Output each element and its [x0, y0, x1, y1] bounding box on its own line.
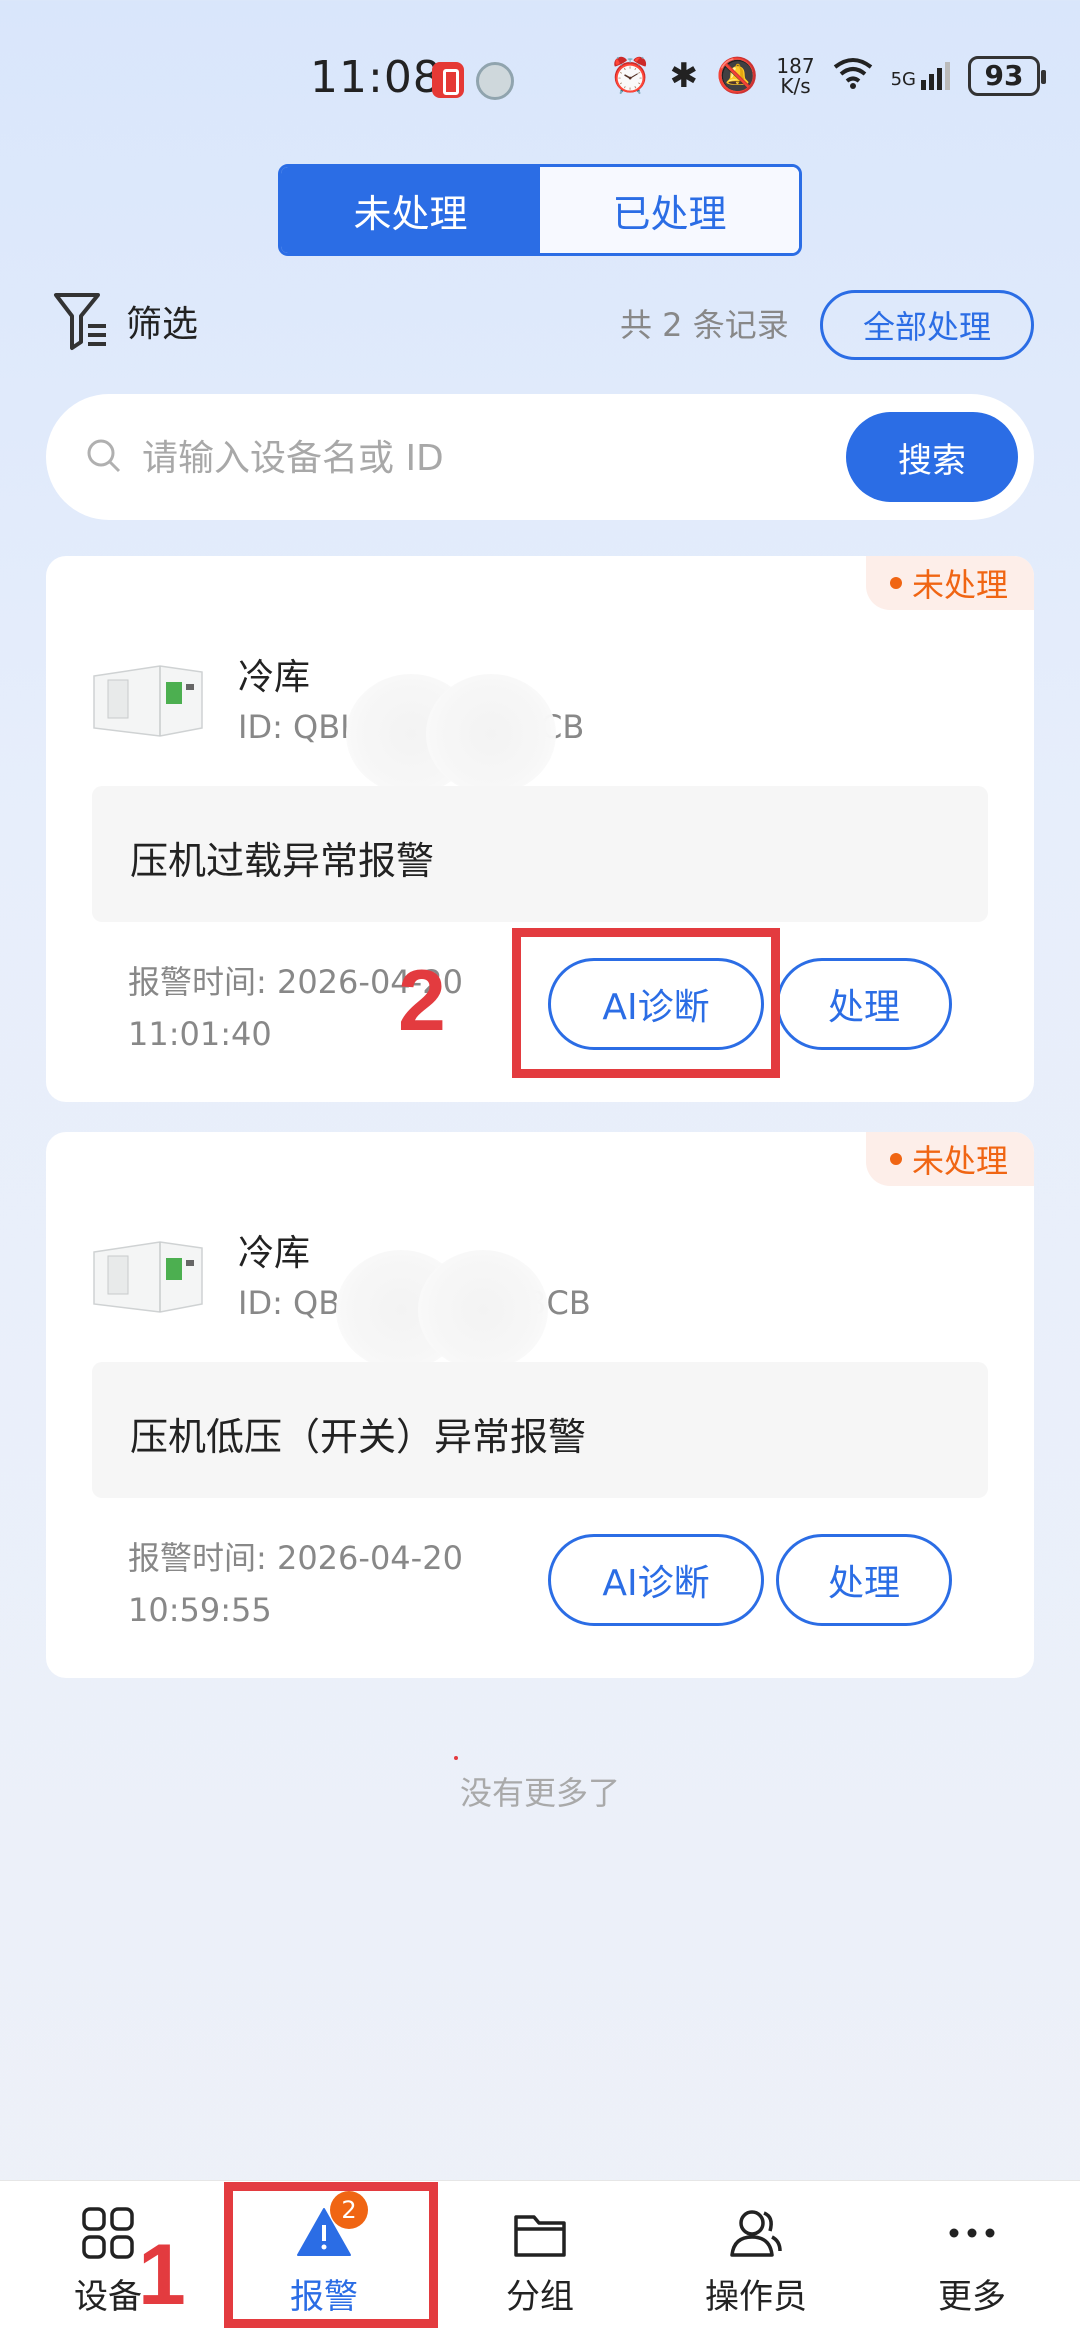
app-notification-icon: [476, 62, 514, 100]
search-icon: [87, 439, 121, 473]
handle-button[interactable]: 处理: [776, 1534, 952, 1626]
record-count: 共 2 条记录: [620, 306, 789, 344]
status-tabs: 未处理 已处理: [278, 164, 802, 256]
search-button[interactable]: 搜索: [846, 412, 1018, 502]
ai-diagnosis-button[interactable]: AI诊断: [548, 1534, 764, 1626]
mute-icon: 🔕: [716, 56, 759, 96]
alarm-message-box: 压机低压（开关）异常报警: [92, 1362, 988, 1498]
filter-button[interactable]: 筛选: [52, 290, 198, 352]
alarm-card: 未处理 冷库 ID: QB 3CB 压机低压（开关）异常报警 报警时间: 2026…: [46, 1132, 1034, 1678]
cold-storage-image: [93, 1241, 203, 1313]
no-more-text: 没有更多了: [459, 1774, 620, 1812]
device-name: 冷库: [238, 657, 311, 698]
redaction-blur: [418, 1250, 548, 1370]
cell-signal-icon: 5G: [891, 62, 950, 90]
alarm-title: 压机过载异常报警: [130, 839, 435, 883]
status-bar: 11:08 ⏰ ✱ 🔕 187 K/s 5G 93: [0, 0, 1080, 160]
network-rate: 187 K/s: [776, 54, 815, 98]
annotation-box-1: [224, 2182, 438, 2328]
status-badge: 未处理: [865, 1132, 1034, 1186]
clock: 11:08: [310, 52, 442, 103]
search-bar: 搜索: [46, 394, 1034, 520]
alarm-title: 压机低压（开关）异常报警: [130, 1415, 587, 1459]
alarm-time: 报警时间: 2026-04-20 11:01:40: [128, 963, 463, 1053]
status-dot-icon: [889, 577, 902, 589]
stray-dot: [454, 1756, 458, 1760]
status-badge: 未处理: [865, 556, 1034, 610]
more-dots-icon: [949, 2228, 995, 2237]
battery-alert-icon: [432, 62, 464, 98]
handle-all-button[interactable]: 全部处理: [820, 290, 1034, 360]
alarm-clock-icon: ⏰: [609, 56, 652, 96]
nav-item-operators[interactable]: 操作员: [648, 2181, 864, 2340]
filter-icon: [54, 293, 106, 350]
alarm-time: 报警时间: 2026-04-20 10:59:55: [128, 1539, 463, 1629]
status-dot-icon: [889, 1153, 902, 1165]
bluetooth-icon: ✱: [669, 56, 699, 96]
nav-item-groups[interactable]: 分组: [432, 2181, 648, 2340]
grid-icon: [82, 2206, 134, 2259]
annotation-box-2: [512, 928, 780, 1078]
users-icon: [730, 2209, 782, 2257]
alarm-message-box: 压机过载异常报警: [92, 786, 988, 922]
tab-unprocessed[interactable]: 未处理: [281, 167, 540, 253]
redaction-blur: [426, 674, 556, 794]
handle-button[interactable]: 处理: [776, 958, 952, 1050]
tab-processed[interactable]: 已处理: [540, 167, 799, 253]
nav-item-more[interactable]: 更多: [864, 2181, 1080, 2340]
cold-storage-image: [93, 665, 203, 737]
wifi-icon: [833, 57, 873, 95]
annotation-number-2: 2: [398, 953, 446, 1049]
folder-icon: [514, 2214, 566, 2257]
battery-indicator: 93: [968, 56, 1046, 96]
filter-label: 筛选: [126, 304, 199, 345]
annotation-number-1: 1: [138, 2227, 186, 2323]
search-input[interactable]: [142, 430, 842, 486]
device-name: 冷库: [238, 1233, 311, 1274]
status-icons: ⏰ ✱ 🔕 187 K/s 5G 93: [609, 54, 1046, 98]
